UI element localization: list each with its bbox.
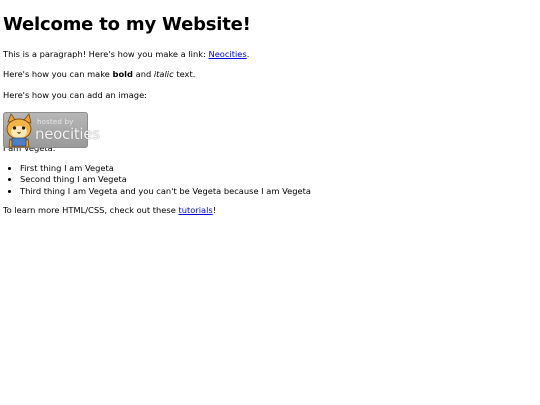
formatting-middle: and bbox=[132, 68, 154, 79]
image-paragraph: Here's how you can add an image: bbox=[3, 89, 147, 100]
tutorials-text: To learn more HTML/CSS, check out these bbox=[3, 205, 179, 216]
list-item: Second thing I am Vegeta bbox=[20, 174, 533, 186]
hosted-by-neocities-badge[interactable]: hosted by neocities bbox=[3, 112, 100, 148]
neocities-link[interactable]: Neocities bbox=[208, 49, 246, 59]
list-item: Third thing I am Vegeta and you can't be… bbox=[20, 186, 533, 198]
bold-text: bold bbox=[112, 68, 133, 79]
italic-text: italic bbox=[153, 68, 174, 79]
tutorials-suffix: ! bbox=[212, 205, 217, 216]
intro-suffix: . bbox=[246, 49, 250, 59]
page-title: Welcome to my Website! bbox=[3, 14, 251, 35]
tutorials-paragraph: To learn more HTML/CSS, check out these … bbox=[3, 205, 533, 216]
vegeta-list: First thing I am Vegeta Second thing I a… bbox=[3, 163, 533, 198]
formatting-text: Here's how you can make bbox=[3, 68, 113, 79]
intro-text: This is a paragraph! Here's how you make… bbox=[3, 49, 209, 59]
formatting-suffix: text. bbox=[173, 68, 196, 79]
formatting-paragraph: Here's how you can make bold and italic … bbox=[3, 68, 533, 80]
neocities-cat-icon bbox=[6, 113, 32, 148]
badge-neocities-text: neocities bbox=[35, 125, 100, 143]
intro-paragraph: This is a paragraph! Here's how you make… bbox=[3, 49, 533, 60]
page-content: Welcome to my Website! This is a paragra… bbox=[3, 0, 533, 216]
list-item: First thing I am Vegeta bbox=[20, 163, 533, 175]
tutorials-link[interactable]: tutorials bbox=[178, 205, 212, 215]
